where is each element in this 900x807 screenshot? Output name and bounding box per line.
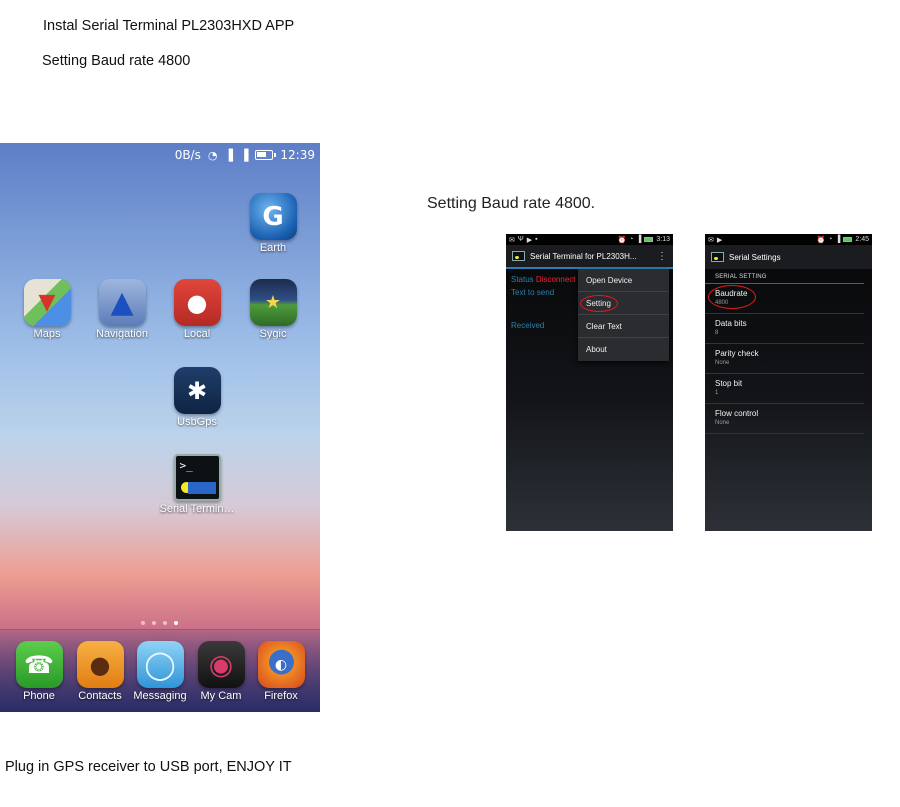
- app-serial-terminal[interactable]: >_ Serial Termin…: [159, 454, 235, 515]
- media-icon: ▶: [526, 236, 533, 244]
- action-bar: Serial Settings: [705, 245, 872, 269]
- alarm-icon: ⏰: [617, 236, 627, 244]
- menu-open-device[interactable]: Open Device: [578, 269, 669, 292]
- phone-home-screen: 0B/s ◔ ▐ ▐ 12:39 G Earth ▼ Maps ▲ Naviga…: [0, 143, 320, 712]
- status-label: Status: [511, 275, 534, 284]
- terminal-body: Status Disconnect Text to send Received …: [506, 269, 673, 529]
- caption-baud: Setting Baud rate 4800.: [427, 195, 596, 212]
- menu-clear-text[interactable]: Clear Text: [578, 315, 669, 338]
- signal-icon: ▐: [835, 236, 841, 243]
- settings-title: Serial Settings: [729, 252, 781, 262]
- overflow-menu: Open Device Setting Clear Text About: [578, 269, 669, 361]
- action-bar: Serial Terminal for PL2303H... ⋮: [506, 245, 673, 269]
- page-indicator: [141, 621, 178, 625]
- battery-icon: [644, 237, 654, 242]
- serial-settings-screen: ✉ ▶ ⏰ ◔ ▐ 2:45 Serial Settings SERIAL SE…: [705, 234, 872, 531]
- app-label: Earth: [259, 242, 287, 254]
- serial-terminal-icon: [711, 252, 724, 262]
- usbgps-icon: ✱: [173, 367, 221, 414]
- mail-icon: ✉: [509, 236, 515, 244]
- instruction-baud: Setting Baud rate 4800: [42, 53, 191, 69]
- app-label: Navigation: [96, 328, 148, 340]
- app-label: Firefox: [264, 690, 298, 702]
- app-label: UsbGps: [177, 416, 217, 428]
- pref-title: Flow control: [715, 409, 759, 418]
- media-icon: ▶: [716, 236, 723, 244]
- pref-value: 1: [715, 390, 719, 396]
- app-sygic[interactable]: ★ Sygic: [235, 279, 311, 340]
- pref-parity-check[interactable]: Parity check None: [705, 344, 864, 374]
- firefox-icon: ◐: [257, 641, 305, 688]
- signal-icon: ▐: [636, 236, 642, 243]
- mail-icon: ✉: [708, 236, 714, 244]
- pref-stop-bit[interactable]: Stop bit 1: [705, 374, 864, 404]
- app-label: Local: [183, 328, 211, 340]
- app-maps[interactable]: ▼ Maps: [9, 279, 85, 340]
- app-navigation[interactable]: ▲ Navigation: [84, 279, 160, 340]
- wifi-icon: ◔: [828, 236, 833, 243]
- alarm-icon: ⏰: [816, 236, 826, 244]
- usb-icon: Ψ: [517, 236, 524, 243]
- app-label: Maps: [33, 328, 61, 340]
- menu-about[interactable]: About: [578, 338, 669, 361]
- app-label: Serial Termin…: [159, 503, 235, 515]
- maps-icon: ▼: [23, 279, 71, 326]
- status-value: Disconnect: [535, 275, 576, 284]
- highlight-circle: [580, 295, 618, 312]
- pref-value: None: [715, 420, 730, 426]
- android-status-bar: ✉ Ψ ▶ ▪ ⏰ ◔ ▐ 3:13: [506, 234, 673, 245]
- camera-icon: ◉: [197, 641, 245, 688]
- serial-terminal-icon: [512, 251, 525, 261]
- page-dot: [163, 621, 167, 625]
- serial-terminal-icon: >_: [173, 454, 221, 501]
- app-title: Serial Terminal for PL2303H...: [530, 251, 637, 261]
- android-status-bar: ✉ ▶ ⏰ ◔ ▐ 2:45: [705, 234, 872, 245]
- battery-icon: [255, 150, 277, 160]
- instruction-plug: Plug in GPS receiver to USB port, ENJOY …: [5, 759, 292, 775]
- notification-icon: ▪: [535, 236, 538, 243]
- sygic-icon: ★: [249, 279, 297, 326]
- phone-status-bar: 0B/s ◔ ▐ ▐ 12:39: [0, 143, 320, 167]
- pref-flow-control[interactable]: Flow control None: [705, 404, 864, 434]
- app-earth[interactable]: G Earth: [235, 193, 311, 254]
- instruction-install: Instal Serial Terminal PL2303HXD APP: [43, 18, 295, 34]
- app-usbgps[interactable]: ✱ UsbGps: [159, 367, 235, 428]
- network-speed: 0B/s: [174, 148, 201, 162]
- page-dot-active: [174, 621, 178, 625]
- wifi-icon: ◔: [629, 236, 634, 243]
- app-label: Sygic: [259, 328, 287, 340]
- phone-icon: ☎: [15, 641, 63, 688]
- wifi-icon: ◔: [207, 148, 218, 162]
- status-time: 3:13: [656, 236, 670, 243]
- pref-baudrate[interactable]: Baudrate 4800: [705, 284, 864, 314]
- navigation-icon: ▲: [98, 279, 146, 326]
- pref-value: 8: [715, 330, 719, 336]
- page-dot: [141, 621, 145, 625]
- signal-1-icon: ▐: [224, 148, 233, 162]
- app-local[interactable]: ● Local: [159, 279, 235, 340]
- google-earth-icon: G: [249, 193, 297, 240]
- dock-firefox[interactable]: ◐ Firefox: [243, 641, 319, 702]
- overflow-menu-icon[interactable]: ⋮: [657, 251, 667, 262]
- clock: 12:39: [280, 148, 315, 162]
- serial-terminal-screen: ✉ Ψ ▶ ▪ ⏰ ◔ ▐ 3:13 Serial Terminal for P…: [506, 234, 673, 531]
- pref-title: Data bits: [715, 319, 747, 328]
- menu-setting[interactable]: Setting: [578, 292, 669, 315]
- section-header: SERIAL SETTING: [705, 269, 864, 284]
- status-time: 2:45: [855, 236, 869, 243]
- local-icon: ●: [173, 279, 221, 326]
- signal-2-icon: ▐: [239, 148, 249, 162]
- battery-icon: [843, 237, 853, 242]
- messaging-icon: ◯: [136, 641, 184, 688]
- pref-title: Stop bit: [715, 379, 743, 388]
- contacts-icon: ●: [76, 641, 124, 688]
- highlight-circle: [708, 285, 756, 309]
- pref-data-bits[interactable]: Data bits 8: [705, 314, 864, 344]
- page-dot: [152, 621, 156, 625]
- pref-value: None: [715, 360, 730, 366]
- pref-title: Parity check: [715, 349, 759, 358]
